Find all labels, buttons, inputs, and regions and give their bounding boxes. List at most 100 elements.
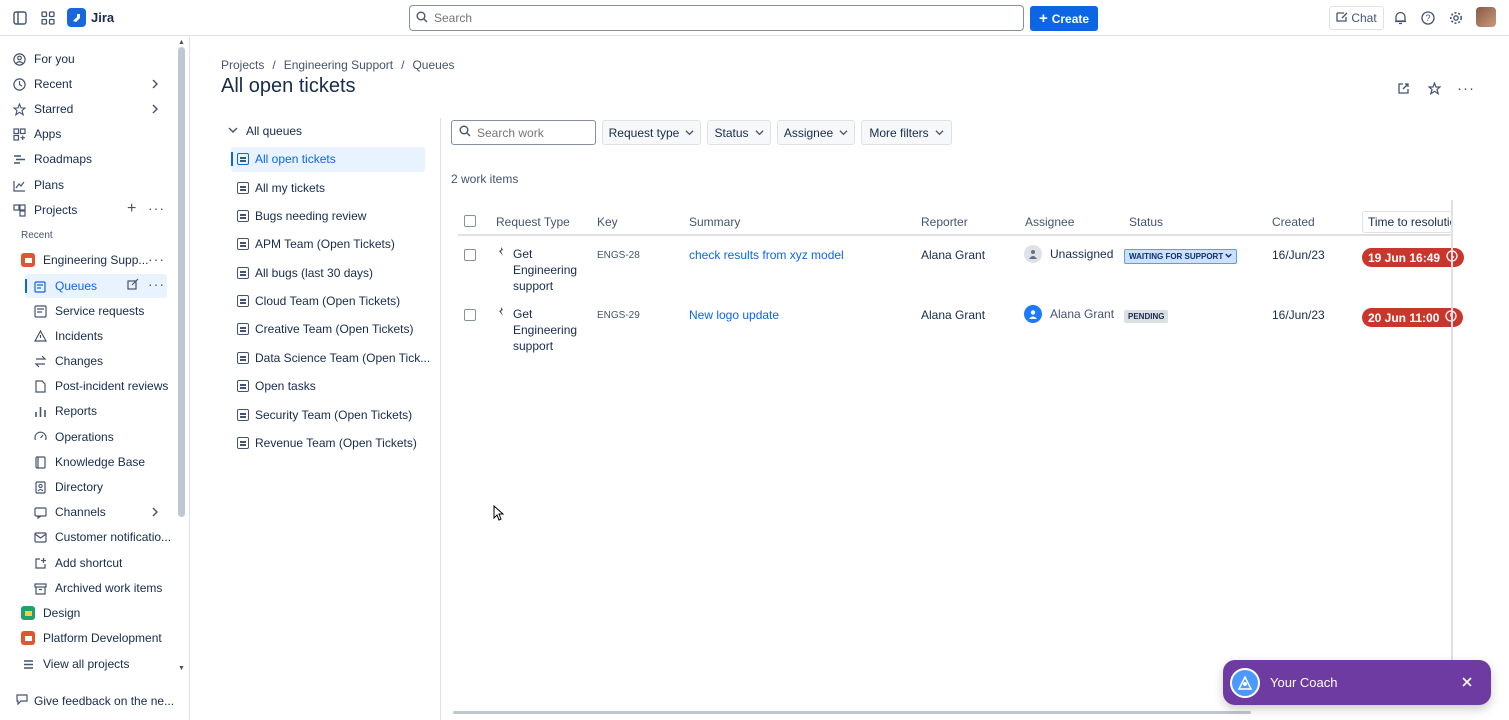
chat-button[interactable]: Chat (1329, 6, 1384, 30)
notifications-bell-icon[interactable] (1391, 9, 1409, 27)
status-filter[interactable]: Status (707, 120, 771, 145)
row-checkbox[interactable] (464, 309, 476, 321)
sidebar-item-apps[interactable]: Apps (12, 123, 61, 145)
global-search-field[interactable] (434, 11, 994, 25)
column-header-assignee[interactable]: Assignee (1025, 215, 1074, 229)
breadcrumb-queues[interactable]: Queues (412, 58, 454, 72)
assignee-cell[interactable]: Unassigned (1024, 245, 1113, 263)
queue-item[interactable]: All my tickets (237, 176, 325, 200)
chevron-right-icon[interactable] (150, 79, 160, 89)
queue-item[interactable]: Cloud Team (Open Tickets) (237, 289, 400, 313)
sidebar-item-for-you[interactable]: For you (12, 48, 75, 70)
status-badge[interactable]: PENDING (1124, 310, 1169, 323)
column-header-created[interactable]: Created (1272, 215, 1315, 229)
close-icon[interactable] (1459, 674, 1475, 690)
add-project-icon[interactable]: + (127, 201, 136, 217)
issue-summary-link[interactable]: New logo update (689, 308, 779, 322)
settings-gear-icon[interactable] (1447, 9, 1465, 27)
issue-key[interactable]: ENGS-29 (597, 310, 640, 321)
status-cell[interactable]: WAITING FOR SUPPORT (1124, 248, 1238, 264)
all-queues-toggle[interactable]: All queues (228, 124, 302, 138)
issue-summary-link[interactable]: check results from xyz model (689, 248, 844, 262)
sidebar-item-knowledge-base[interactable]: Knowledge Base (33, 451, 145, 473)
status-cell[interactable]: PENDING (1124, 308, 1169, 323)
column-header-reporter[interactable]: Reporter (921, 215, 968, 229)
more-options-icon[interactable]: ··· (148, 277, 165, 291)
sidebar-item-archived-work-items[interactable]: Archived work items (33, 577, 162, 599)
request-type-filter[interactable]: Request type (602, 120, 701, 145)
help-icon[interactable]: ? (1419, 9, 1437, 27)
breadcrumb-engineering-support[interactable]: Engineering Support (284, 58, 393, 72)
profile-avatar[interactable] (1476, 7, 1496, 27)
app-name[interactable]: Jira (91, 10, 114, 25)
create-button[interactable]: + Create (1030, 6, 1098, 31)
sidebar-item-operations[interactable]: Operations (33, 426, 114, 448)
queue-item[interactable]: All bugs (last 30 days) (237, 261, 373, 285)
assignee-name: Alana Grant (1050, 307, 1115, 321)
sidebar-item-service-requests[interactable]: Service requests (33, 300, 144, 322)
sidebar-item-channels[interactable]: Channels (33, 501, 106, 523)
filter-label: Assignee (783, 125, 834, 140)
select-all-checkbox[interactable] (464, 215, 476, 227)
sidebar-item-customer-notifications[interactable]: Customer notificatio... (33, 526, 171, 548)
column-header-request-type[interactable]: Request Type (496, 215, 570, 229)
sidebar-item-changes[interactable]: Changes (33, 350, 103, 372)
sidebar-item-queues[interactable]: Queues (33, 275, 97, 297)
table-horizontal-scrollbar[interactable] (453, 711, 1251, 714)
status-badge[interactable]: WAITING FOR SUPPORT (1124, 249, 1238, 264)
sidebar-item-reports[interactable]: Reports (33, 400, 97, 422)
more-filters-button[interactable]: More filters (861, 120, 952, 145)
queue-item[interactable]: Security Team (Open Tickets) (237, 403, 412, 427)
issue-key[interactable]: ENGS-28 (597, 250, 640, 261)
sidebar-item-roadmaps[interactable]: Roadmaps (12, 148, 92, 170)
column-header-key[interactable]: Key (597, 215, 618, 229)
chevron-right-icon[interactable] (150, 104, 160, 114)
edit-queues-icon[interactable] (127, 278, 139, 293)
view-all-projects[interactable]: View all projects (21, 653, 129, 675)
scroll-up-icon[interactable]: ▲ (178, 39, 185, 46)
your-coach-panel[interactable]: Your Coach (1223, 660, 1491, 705)
app-switcher-icon[interactable] (39, 9, 57, 27)
recent-project-platform-development[interactable]: Platform Development (21, 627, 162, 649)
global-search-input[interactable] (409, 5, 1024, 31)
search-work-field[interactable] (477, 125, 587, 140)
column-header-summary[interactable]: Summary (689, 215, 740, 229)
open-external-icon[interactable] (1395, 80, 1411, 96)
sidebar-scrollbar[interactable] (178, 47, 185, 517)
breadcrumb-projects[interactable]: Projects (221, 58, 264, 72)
sidebar-item-plans[interactable]: Plans (12, 174, 64, 196)
sidebar-item-add-shortcut[interactable]: Add shortcut (33, 552, 122, 574)
assignee-cell[interactable]: Alana Grant (1024, 305, 1114, 323)
sidebar-item-directory[interactable]: Directory (33, 476, 103, 498)
queue-item[interactable]: APM Team (Open Tickets) (237, 232, 395, 256)
search-work-input[interactable] (451, 120, 596, 145)
search-icon (459, 125, 471, 140)
more-options-icon[interactable]: ··· (148, 252, 165, 266)
more-actions-icon[interactable]: ··· (1456, 80, 1476, 97)
queue-item-all-open-tickets[interactable]: All open tickets (237, 147, 336, 171)
sidebar-item-projects[interactable]: Projects (12, 199, 77, 221)
more-options-icon[interactable]: ··· (148, 201, 165, 215)
column-header-time-to-resolution[interactable]: Time to resolutio (1362, 211, 1452, 233)
queue-item[interactable]: Creative Team (Open Tickets) (237, 317, 414, 341)
assignee-filter[interactable]: Assignee (777, 120, 855, 145)
star-icon[interactable] (1426, 80, 1442, 96)
sidebar-item-starred[interactable]: Starred (12, 98, 73, 120)
queue-item[interactable]: Bugs needing review (237, 204, 366, 228)
row-checkbox[interactable] (464, 249, 476, 261)
queue-icon (237, 182, 249, 194)
queue-item[interactable]: Revenue Team (Open Tickets) (237, 431, 417, 455)
column-header-status[interactable]: Status (1129, 215, 1163, 229)
jira-logo-icon[interactable] (67, 8, 86, 27)
queue-item[interactable]: Open tasks (237, 374, 316, 398)
chevron-right-icon[interactable] (150, 507, 160, 517)
recent-project-design[interactable]: Design (21, 602, 80, 624)
queue-item[interactable]: Data Science Team (Open Tick... (237, 346, 430, 370)
scroll-down-icon[interactable]: ▼ (178, 665, 185, 672)
sidebar-item-post-incident-reviews[interactable]: Post-incident reviews (33, 375, 168, 397)
give-feedback-link[interactable]: Give feedback on the ne... (16, 693, 174, 708)
recent-project-engineering-support[interactable]: Engineering Supp... (21, 249, 148, 271)
sidebar-item-incidents[interactable]: Incidents (33, 325, 103, 347)
sidebar-item-recent[interactable]: Recent (12, 73, 72, 95)
sidebar-toggle-icon[interactable] (11, 9, 29, 27)
